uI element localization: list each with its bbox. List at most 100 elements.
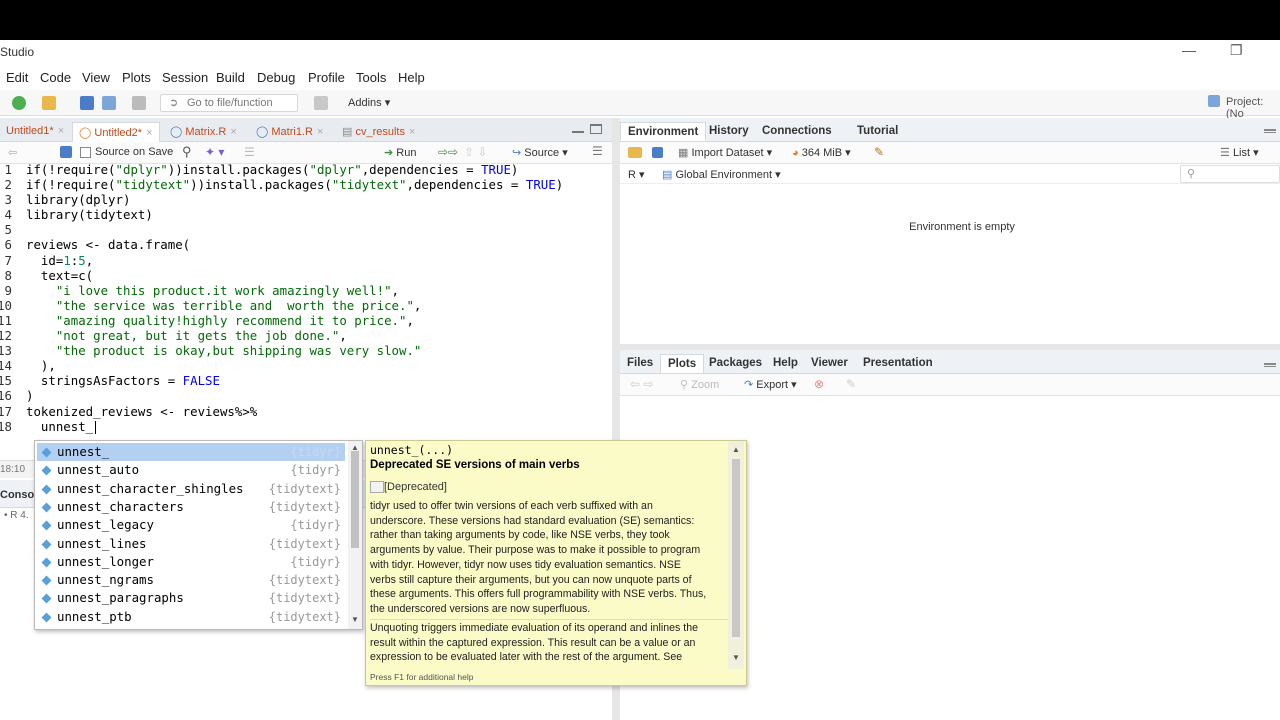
pane-min-icon[interactable]	[1264, 129, 1276, 133]
load-workspace-icon[interactable]	[628, 147, 642, 158]
remove-plot-icon[interactable]: ⊗	[814, 377, 824, 391]
tab-viewer[interactable]: Viewer	[804, 354, 855, 372]
code-line[interactable]: )	[26, 388, 563, 403]
code-line[interactable]: if(!require("tidytext"))install.packages…	[26, 177, 563, 192]
code-line[interactable]: "i love this product.it work amazingly w…	[26, 283, 563, 298]
tab-untitled2[interactable]: ◯ Untitled2* ×	[72, 122, 160, 142]
menu-session[interactable]: Session	[162, 70, 208, 85]
code-line[interactable]: stringsAsFactors = FALSE	[26, 373, 563, 388]
code-text[interactable]: if(!require("dplyr"))install.packages("d…	[26, 162, 563, 434]
tab-connections[interactable]: Connections	[755, 122, 839, 140]
autocomplete-item[interactable]: unnest_ptb {tidytext}	[37, 608, 345, 626]
autocomplete-item[interactable]: unnest_characters {tidytext}	[37, 498, 345, 516]
restore-icon[interactable]: ❐	[1230, 42, 1243, 59]
code-line[interactable]: "amazing quality!highly recommend it to …	[26, 313, 563, 328]
close-icon[interactable]: ×	[146, 127, 152, 139]
tab-matrix[interactable]: ◯ Matrix.R ×	[164, 122, 243, 142]
memory-usage-menu[interactable]: ◕ 364 MiB ▾	[792, 146, 851, 159]
tab-tutorial[interactable]: Tutorial	[850, 122, 905, 140]
outline-icon[interactable]: ☰	[244, 145, 255, 159]
save-workspace-icon[interactable]	[652, 147, 663, 158]
menu-view[interactable]: View	[82, 70, 110, 85]
back-arrow-icon[interactable]: ⇦	[8, 146, 17, 159]
autocomplete-item[interactable]: unnest_ {tidyr}	[37, 443, 345, 462]
addins-menu[interactable]: Addins ▾	[348, 96, 390, 109]
wand-icon[interactable]: ✦ ▾	[205, 145, 224, 159]
autocomplete-item[interactable]: unnest_paragraphs {tidytext}	[37, 589, 345, 607]
menu-tools[interactable]: Tools	[356, 70, 386, 85]
autocomplete-item[interactable]: unnest_ngrams {tidytext}	[37, 571, 345, 589]
rerun-icon[interactable]: ⇨⇨	[438, 145, 458, 159]
tab-presentation[interactable]: Presentation	[856, 354, 940, 372]
code-line[interactable]: tokenized_reviews <- reviews%>%	[26, 404, 563, 419]
print-icon[interactable]	[132, 96, 146, 110]
menu-edit[interactable]: Edit	[6, 70, 28, 85]
code-line[interactable]: unnest_	[26, 419, 563, 434]
project-menu[interactable]: Project: (No	[1226, 96, 1280, 120]
code-line[interactable]: "the service was terrible and worth the …	[26, 298, 563, 313]
zoom-button[interactable]: ⚲ Zoom	[680, 378, 719, 391]
code-line[interactable]: library(tidytext)	[26, 207, 563, 222]
source-on-save-checkbox[interactable]	[80, 147, 91, 158]
tab-files[interactable]: Files	[620, 354, 660, 372]
save-icon[interactable]	[60, 146, 72, 158]
close-icon[interactable]: ×	[409, 126, 415, 138]
minimize-icon[interactable]: —	[1182, 42, 1196, 58]
code-line[interactable]: "the product is okay,but shipping was ve…	[26, 343, 563, 358]
code-line[interactable]: ),	[26, 358, 563, 373]
scroll-up-icon[interactable]: ▲	[732, 445, 740, 454]
broom-icon[interactable]: ✎	[874, 145, 884, 159]
scroll-down-icon[interactable]: ▼	[351, 615, 359, 624]
code-editor[interactable]: 1 2 3 4 5 6 7 8 9 10 11 12 13 14 15 16 17 18 if(!require(…	[0, 162, 612, 598]
autocomplete-item[interactable]: unnest_longer {tidyr}	[37, 553, 345, 571]
code-line[interactable]: reviews <- data.frame(	[26, 237, 563, 252]
more-lines-icon[interactable]: ☰	[592, 144, 603, 158]
new-project-icon[interactable]	[12, 96, 26, 110]
prev-plot-icon[interactable]: ⇦ ⇨	[630, 377, 653, 391]
code-line[interactable]: text=c(	[26, 268, 563, 283]
help-scrollbar[interactable]: ▲ ▼	[728, 441, 744, 669]
menu-help[interactable]: Help	[398, 70, 425, 85]
export-menu[interactable]: ↷ Export ▾	[744, 378, 797, 391]
maximize-pane-icon[interactable]	[590, 124, 602, 134]
autocomplete-item[interactable]: unnest_lines {tidytext}	[37, 535, 345, 553]
code-line[interactable]: id=1:5,	[26, 253, 563, 268]
autocomplete-scrollbar[interactable]: ▲ ▼	[348, 441, 362, 629]
tab-packages[interactable]: Packages	[702, 354, 769, 372]
close-icon[interactable]: ×	[317, 126, 323, 138]
save-icon[interactable]	[80, 96, 94, 110]
close-icon[interactable]: ×	[58, 125, 64, 137]
code-line[interactable]: ​	[26, 222, 563, 237]
grid-layout-icon[interactable]	[314, 96, 328, 110]
autocomplete-item[interactable]: unnest_character_shingles {tidytext}	[37, 480, 345, 498]
scroll-thumb[interactable]	[732, 459, 740, 637]
code-line[interactable]: if(!require("dplyr"))install.packages("d…	[26, 162, 563, 177]
minimize-pane-icon[interactable]	[572, 125, 584, 133]
clear-plots-icon[interactable]: ✎	[846, 377, 856, 391]
autocomplete-item[interactable]: unnest_auto {tidyr}	[37, 461, 345, 479]
pane-min-icon[interactable]	[1264, 363, 1276, 367]
tab-untitled1[interactable]: Untitled1* ×	[0, 122, 70, 142]
search-icon[interactable]: ⚲	[182, 144, 192, 160]
menu-profile[interactable]: Profile	[308, 70, 345, 85]
list-view-menu[interactable]: ☰ List ▾	[1220, 146, 1259, 159]
run-button[interactable]: ➔ Run	[384, 146, 416, 159]
goto-file-input[interactable]: ➲ Go to file/function	[160, 94, 298, 112]
scroll-thumb[interactable]	[351, 451, 359, 548]
import-dataset-menu[interactable]: ▦ Import Dataset ▾	[678, 146, 772, 159]
environment-search-input[interactable]: ⚲	[1180, 165, 1280, 183]
tab-cv-results[interactable]: ▤ cv_results ×	[336, 122, 421, 142]
code-line[interactable]: "not great, but it gets the job done.",	[26, 328, 563, 343]
scroll-down-icon[interactable]: ▼	[732, 653, 740, 662]
autocomplete-item[interactable]: unnest_legacy {tidyr}	[37, 516, 345, 534]
global-environment-menu[interactable]: ▤ Global Environment ▾	[662, 168, 781, 181]
tab-plots[interactable]: Plots	[660, 354, 705, 373]
up-arrow-icon[interactable]: ⇧ ⇩	[464, 145, 487, 159]
source-button[interactable]: ↪ Source ▾	[512, 146, 568, 159]
open-file-icon[interactable]	[42, 96, 56, 110]
menu-build[interactable]: Build	[216, 70, 245, 85]
language-menu[interactable]: R ▾	[628, 168, 645, 181]
menu-code[interactable]: Code	[40, 70, 71, 85]
tab-environment[interactable]: Environment	[620, 122, 707, 141]
tab-history[interactable]: History	[702, 122, 756, 140]
